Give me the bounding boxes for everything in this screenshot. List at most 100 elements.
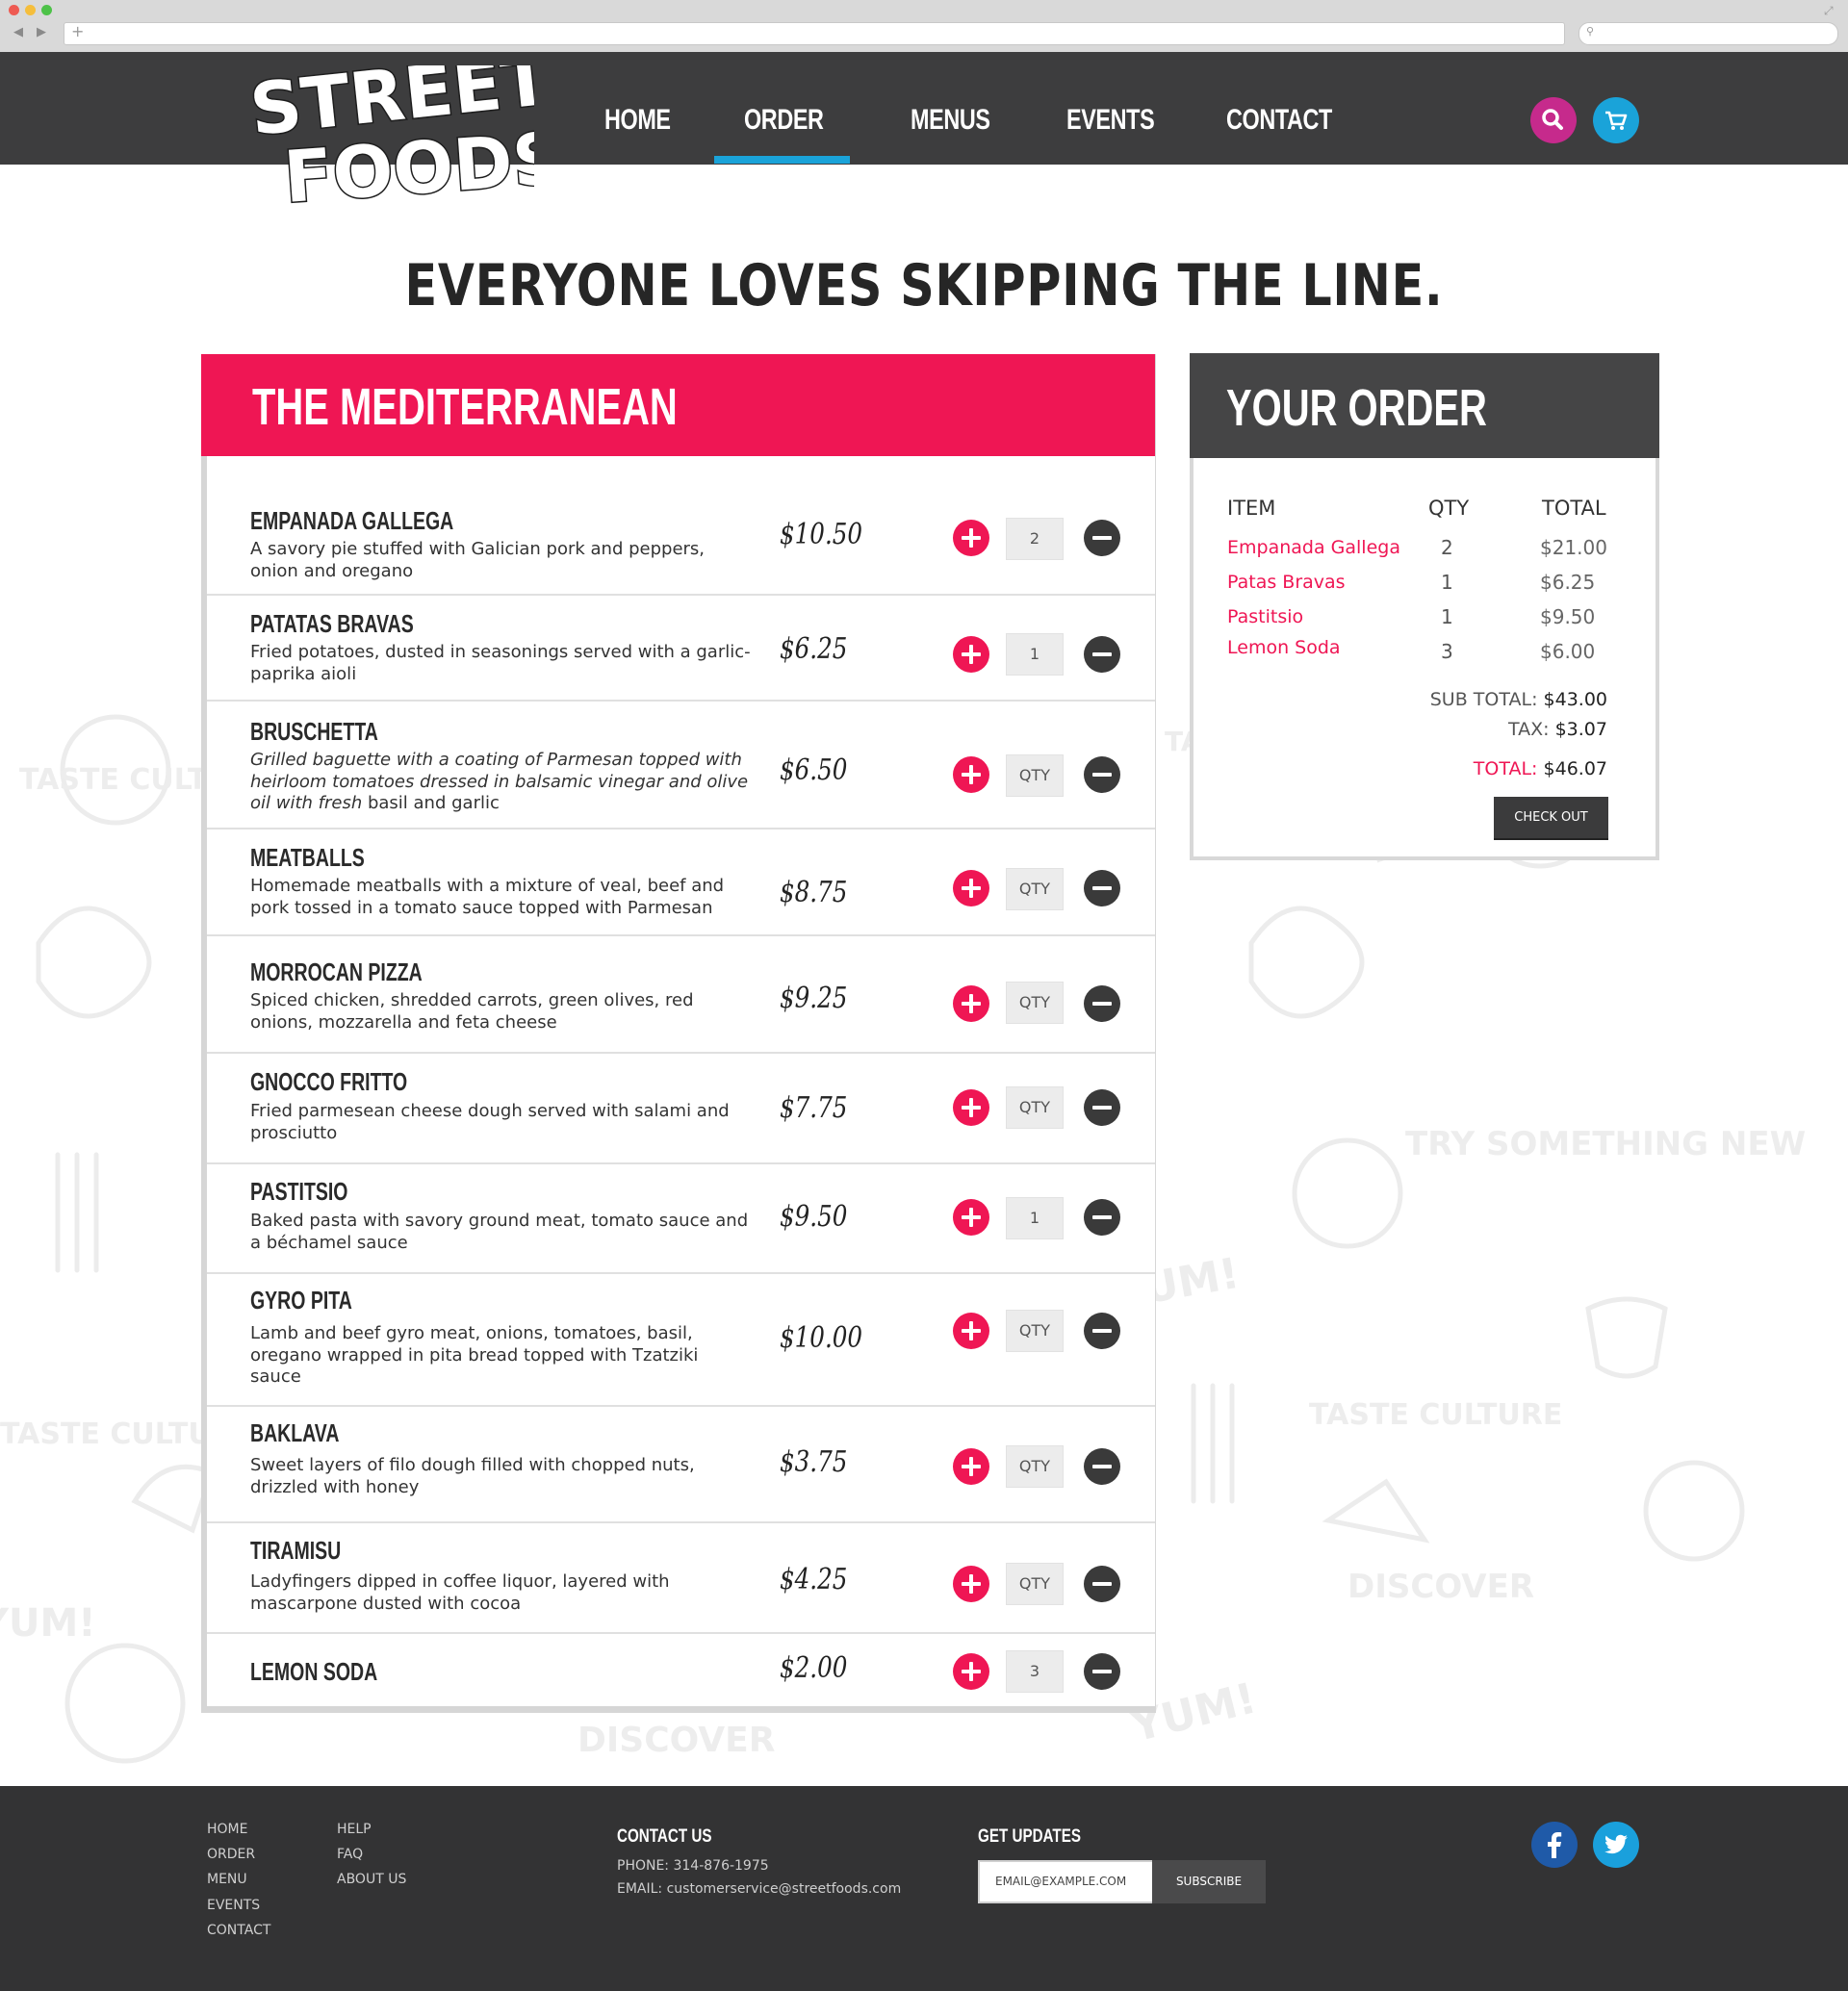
nav-events[interactable]: EVENTS xyxy=(1066,104,1155,144)
order-line-qty: 3 xyxy=(1441,640,1453,663)
footer-link-help[interactable]: HELP xyxy=(337,1822,372,1837)
order-line-total: $9.50 xyxy=(1540,605,1596,628)
twitter-button[interactable] xyxy=(1593,1822,1639,1868)
newsletter-email-input[interactable]: EMAIL@EXAMPLE.COM xyxy=(978,1860,1169,1903)
back-arrow-icon[interactable]: ◀ xyxy=(13,25,23,39)
increase-qty-button[interactable] xyxy=(953,1653,989,1690)
menu-item-price: $9.50 xyxy=(780,1200,848,1234)
nav-home[interactable]: HOME xyxy=(604,104,671,144)
minimize-window-dot[interactable] xyxy=(25,5,36,15)
footer-link-order[interactable]: ORDER xyxy=(207,1847,255,1862)
decrease-qty-button[interactable] xyxy=(1084,1089,1120,1126)
menu-item-description: Ladyfingers dipped in coffee liquor, lay… xyxy=(250,1571,670,1614)
decrease-qty-button[interactable] xyxy=(1084,985,1120,1022)
facebook-button[interactable] xyxy=(1531,1822,1578,1868)
footer-link-faq[interactable]: FAQ xyxy=(337,1847,363,1862)
checkout-button[interactable]: CHECK OUT xyxy=(1494,797,1608,838)
twitter-icon xyxy=(1604,1834,1628,1854)
decrease-qty-button[interactable] xyxy=(1084,1313,1120,1349)
order-line-item[interactable]: Lemon Soda xyxy=(1227,637,1341,658)
increase-qty-button[interactable] xyxy=(953,1199,989,1236)
forward-arrow-icon[interactable]: ▶ xyxy=(37,25,46,39)
menu-item-name: PASTITSIO xyxy=(250,1177,348,1206)
menu-item-price: $10.00 xyxy=(780,1321,863,1355)
footer-link-menu[interactable]: MENU xyxy=(207,1872,247,1887)
decrease-qty-button[interactable] xyxy=(1084,520,1120,556)
quantity-input[interactable]: QTY xyxy=(1006,1086,1064,1129)
row-divider xyxy=(207,1272,1155,1274)
increase-qty-button[interactable] xyxy=(953,1566,989,1602)
menu-item-price: $4.25 xyxy=(780,1563,848,1596)
contact-email[interactable]: EMAIL: customerservice@streetfoods.com xyxy=(617,1881,901,1897)
menu-item-description: Homemade meatballs with a mixture of vea… xyxy=(250,876,725,918)
increase-qty-button[interactable] xyxy=(953,1448,989,1485)
decrease-qty-button[interactable] xyxy=(1084,1566,1120,1602)
fullscreen-icon[interactable]: ⤢ xyxy=(1824,4,1834,18)
total-label: TOTAL: xyxy=(1473,758,1538,779)
footer-link-contact[interactable]: CONTACT xyxy=(207,1923,270,1938)
subtotal-label: SUB TOTAL: xyxy=(1429,689,1538,710)
quantity-input[interactable]: QTY xyxy=(1006,868,1064,910)
address-bar[interactable] xyxy=(64,22,1565,45)
menu-item-description: Fried potatoes, dusted in seasonings ser… xyxy=(250,642,751,684)
menu-item-description: Grilled baguette with a coating of Parme… xyxy=(250,750,751,815)
quantity-input[interactable]: 2 xyxy=(1006,518,1064,560)
footer-link-events[interactable]: EVENTS xyxy=(207,1898,260,1913)
menu-item-price: $10.50 xyxy=(780,518,863,551)
maximize-window-dot[interactable] xyxy=(41,5,52,15)
quantity-input[interactable]: QTY xyxy=(1006,754,1064,797)
order-col-total: TOTAL xyxy=(1542,497,1606,520)
svg-text:TASTE CULTURE: TASTE CULTURE xyxy=(1309,1398,1562,1432)
increase-qty-button[interactable] xyxy=(953,756,989,793)
updates-heading: GET UPDATES xyxy=(978,1826,1081,1847)
increase-qty-button[interactable] xyxy=(953,870,989,906)
menu-item-description: Baked pasta with savory ground meat, tom… xyxy=(250,1211,749,1253)
quantity-input[interactable]: 1 xyxy=(1006,1197,1064,1239)
decrease-qty-button[interactable] xyxy=(1084,1448,1120,1485)
subscribe-button[interactable]: SUBSCRIBE xyxy=(1152,1860,1266,1903)
order-line-item[interactable]: Patas Bravas xyxy=(1227,572,1346,593)
increase-qty-button[interactable] xyxy=(953,1313,989,1349)
quantity-input[interactable]: 1 xyxy=(1006,633,1064,676)
increase-qty-button[interactable] xyxy=(953,1089,989,1126)
menu-item-name: BRUSCHETTA xyxy=(250,717,378,746)
quantity-input[interactable]: QTY xyxy=(1006,1310,1064,1352)
order-line-qty: 1 xyxy=(1441,571,1453,594)
footer-link-home[interactable]: HOME xyxy=(207,1822,247,1837)
search-button[interactable] xyxy=(1530,97,1577,143)
street-foods-logo[interactable]: STREET FOODS xyxy=(245,65,534,239)
browser-search-field[interactable] xyxy=(1578,22,1838,45)
nav-order[interactable]: ORDER xyxy=(744,104,824,144)
svg-text:YUM!: YUM! xyxy=(0,1601,96,1646)
increase-qty-button[interactable] xyxy=(953,636,989,673)
total-value: $46.07 xyxy=(1543,758,1607,779)
quantity-input[interactable]: QTY xyxy=(1006,1563,1064,1605)
quantity-input[interactable]: QTY xyxy=(1006,1445,1064,1488)
menu-item-price: $6.25 xyxy=(780,632,848,666)
contact-phone: PHONE: 314-876-1975 xyxy=(617,1858,769,1874)
order-title: YOUR ORDER xyxy=(1226,379,1487,437)
decrease-qty-button[interactable] xyxy=(1084,756,1120,793)
decrease-qty-button[interactable] xyxy=(1084,870,1120,906)
quantity-input[interactable]: QTY xyxy=(1006,982,1064,1024)
decrease-qty-button[interactable] xyxy=(1084,1199,1120,1236)
menu-title: THE MEDITERRANEAN xyxy=(252,378,678,436)
increase-qty-button[interactable] xyxy=(953,520,989,556)
footer-link-about-us[interactable]: ABOUT US xyxy=(337,1872,406,1887)
site-footer xyxy=(0,1786,1848,1991)
order-line-item[interactable]: Pastitsio xyxy=(1227,606,1303,627)
order-line-total: $6.00 xyxy=(1540,640,1596,663)
menu-item-description: A savory pie stuffed with Galician pork … xyxy=(250,539,706,581)
nav-contact[interactable]: CONTACT xyxy=(1226,104,1332,144)
row-divider xyxy=(207,1162,1155,1164)
decrease-qty-button[interactable] xyxy=(1084,1653,1120,1690)
nav-menus[interactable]: MENUS xyxy=(911,104,990,144)
quantity-input[interactable]: 3 xyxy=(1006,1650,1064,1693)
decrease-qty-button[interactable] xyxy=(1084,636,1120,673)
cart-button[interactable] xyxy=(1593,97,1639,143)
row-divider xyxy=(207,828,1155,830)
increase-qty-button[interactable] xyxy=(953,985,989,1022)
order-line-item[interactable]: Empanada Gallega xyxy=(1227,537,1400,558)
close-window-dot[interactable] xyxy=(9,5,19,15)
new-tab-plus-icon[interactable]: + xyxy=(71,22,84,40)
